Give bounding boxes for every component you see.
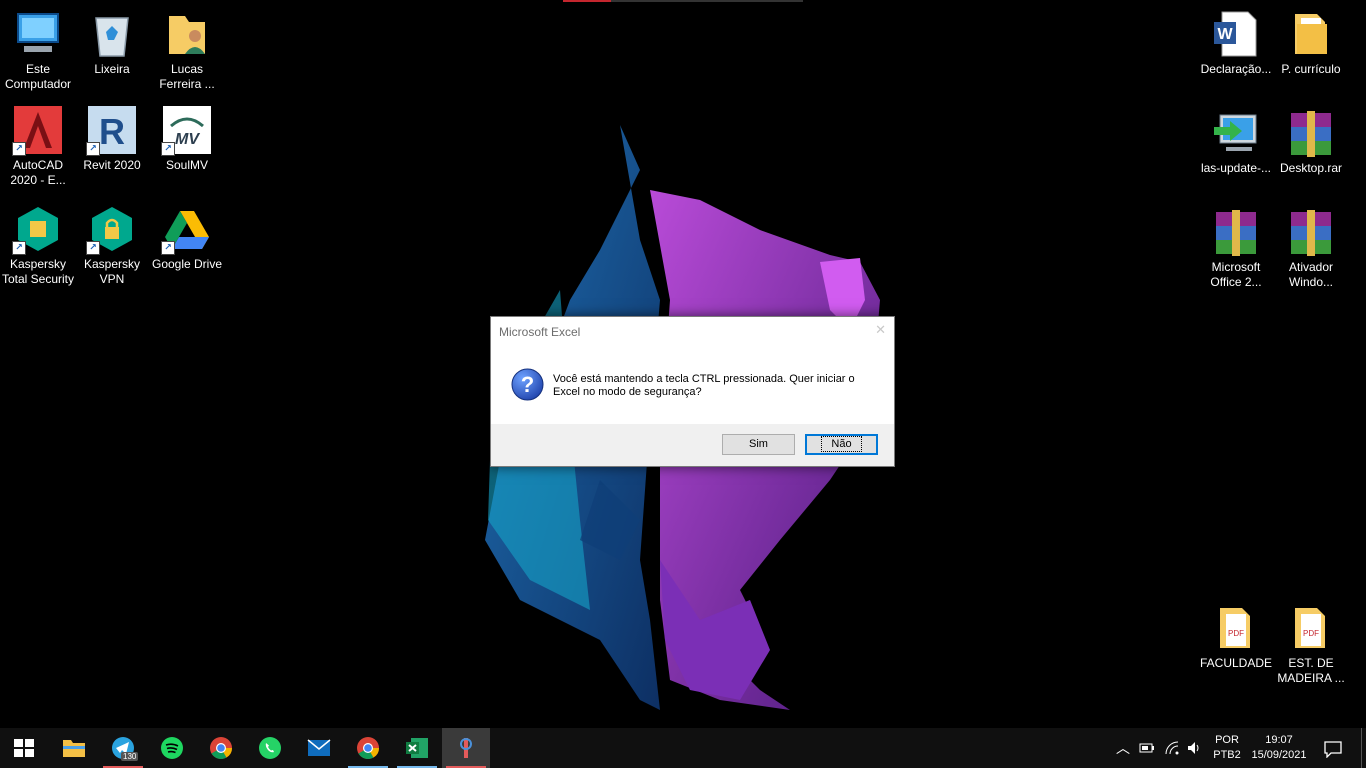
clock[interactable]: 19:07 15/09/2021 xyxy=(1247,733,1311,763)
kaspersky-icon: ↗ xyxy=(12,205,62,255)
no-button-label: Não xyxy=(821,436,862,452)
desktop-icon-est-de-madeira[interactable]: PDF EST. DE MADEIRA ... xyxy=(1273,596,1349,686)
desktop-icon-este-computador[interactable]: Este Computador xyxy=(0,2,76,92)
dialog-message: Você está mantendo a tecla CTRL pression… xyxy=(553,373,855,398)
desktop-icon-revit-2020[interactable]: R ↗ Revit 2020 xyxy=(74,98,150,173)
desktop-icon-las-update[interactable]: las-update-... xyxy=(1198,101,1274,176)
shortcut-arrow-icon: ↗ xyxy=(86,142,100,156)
close-icon[interactable]: ✕ xyxy=(875,322,886,338)
show-desktop-button[interactable] xyxy=(1361,728,1362,768)
desktop-icon-lixeira[interactable]: Lixeira xyxy=(74,2,150,77)
taskbar-mail[interactable] xyxy=(295,728,343,768)
shortcut-arrow-icon: ↗ xyxy=(12,142,26,156)
taskbar-chrome-2[interactable] xyxy=(344,728,392,768)
kaspersky-vpn-icon: ↗ xyxy=(86,205,136,255)
revit-icon: R ↗ xyxy=(86,106,136,156)
desktop-icon-p-curriculo[interactable]: P. currículo xyxy=(1273,2,1349,77)
computer-icon xyxy=(14,10,62,58)
winrar-archive-icon xyxy=(1287,109,1335,157)
chrome-icon xyxy=(357,737,379,759)
speaker-icon[interactable] xyxy=(1186,740,1202,756)
clock-time: 19:07 xyxy=(1265,734,1293,746)
taskbar-chrome[interactable] xyxy=(197,728,245,768)
no-button[interactable]: Não xyxy=(805,434,878,455)
notification-badge: 130 xyxy=(121,752,139,761)
dialog-title: Microsoft Excel xyxy=(499,325,581,339)
svg-text:PDF: PDF xyxy=(1303,629,1319,638)
folder-icon xyxy=(1287,10,1335,58)
excel-icon xyxy=(406,738,428,758)
wifi-icon[interactable] xyxy=(1164,740,1180,756)
spotify-icon xyxy=(161,737,183,759)
tools-icon xyxy=(460,738,472,758)
pdf-folder-icon: PDF xyxy=(1212,604,1260,652)
language-code: POR xyxy=(1215,734,1239,746)
recycle-bin-icon xyxy=(88,10,136,58)
desktop-icon-google-drive[interactable]: ↗ Google Drive xyxy=(149,197,225,272)
soulmv-icon: MV ↗ xyxy=(161,106,211,156)
start-button[interactable] xyxy=(0,728,48,768)
system-tray: ︿ xyxy=(1112,728,1212,768)
taskbar-active-app[interactable] xyxy=(442,728,490,768)
input-language-indicator[interactable]: POR PTB2 xyxy=(1212,733,1242,763)
clock-date: 15/09/2021 xyxy=(1251,749,1307,761)
dialog-footer: Sim Não xyxy=(491,424,894,466)
desktop-icon-ativador-windows[interactable]: Ativador Windo... xyxy=(1273,200,1349,290)
excel-safe-mode-dialog: Microsoft Excel ✕ ? Você está mantendo a… xyxy=(490,316,895,467)
mail-icon xyxy=(307,739,331,756)
battery-icon[interactable] xyxy=(1139,740,1155,756)
svg-text:R: R xyxy=(99,111,125,152)
desktop-icon-declaracao[interactable]: W Declaração... xyxy=(1198,2,1274,77)
taskbar-spotify[interactable] xyxy=(148,728,196,768)
desktop-icon-microsoft-office[interactable]: Microsoft Office 2... xyxy=(1198,200,1274,290)
notifications-icon[interactable] xyxy=(1324,740,1342,758)
question-icon: ? xyxy=(511,368,544,401)
autocad-icon: ↗ xyxy=(12,106,62,156)
taskbar-file-explorer[interactable] xyxy=(50,728,98,768)
svg-text:W: W xyxy=(1217,26,1233,43)
taskbar-whatsapp[interactable] xyxy=(246,728,294,768)
shortcut-arrow-icon: ↗ xyxy=(86,241,100,255)
desktop-icon-autocad-2020[interactable]: ↗ AutoCAD 2020 - E... xyxy=(0,98,76,188)
shortcut-arrow-icon: ↗ xyxy=(161,241,175,255)
word-document-icon: W xyxy=(1212,10,1260,58)
desktop-icon-desktop-rar[interactable]: Desktop.rar xyxy=(1273,101,1349,176)
google-drive-icon: ↗ xyxy=(161,205,211,255)
keyboard-layout: PTB2 xyxy=(1213,749,1241,761)
chevron-up-icon[interactable]: ︿ xyxy=(1116,738,1130,758)
top-progress-indicator xyxy=(563,0,803,2)
svg-text:MV: MV xyxy=(175,131,200,148)
winrar-archive-icon xyxy=(1287,208,1335,256)
user-folder-icon xyxy=(163,10,211,58)
windows-logo-icon xyxy=(14,739,34,757)
svg-text:?: ? xyxy=(521,372,534,397)
taskbar: 130 ︿ POR PTB2 19:07 15/09/2021 xyxy=(0,728,1366,768)
svg-text:PDF: PDF xyxy=(1228,629,1244,638)
chrome-icon xyxy=(210,737,232,759)
taskbar-telegram[interactable]: 130 xyxy=(99,728,147,768)
whatsapp-icon xyxy=(259,737,281,759)
desktop-icon-kaspersky-total-security[interactable]: ↗ Kaspersky Total Security xyxy=(0,197,76,287)
desktop-icon-soulmv[interactable]: MV ↗ SoulMV xyxy=(149,98,225,173)
shortcut-arrow-icon: ↗ xyxy=(161,142,175,156)
taskbar-excel[interactable] xyxy=(393,728,441,768)
update-installer-icon xyxy=(1212,109,1260,157)
desktop-icon-kaspersky-vpn[interactable]: ↗ Kaspersky VPN xyxy=(74,197,150,287)
winrar-archive-icon xyxy=(1212,208,1260,256)
shortcut-arrow-icon: ↗ xyxy=(12,241,26,255)
folder-icon xyxy=(63,740,85,757)
desktop-icon-lucas-ferreira[interactable]: Lucas Ferreira ... xyxy=(149,2,225,92)
yes-button-label: Sim xyxy=(749,438,768,450)
desktop-icon-faculdade[interactable]: PDF FACULDADE xyxy=(1198,596,1274,671)
yes-button[interactable]: Sim xyxy=(722,434,795,455)
pdf-folder-icon: PDF xyxy=(1287,604,1335,652)
